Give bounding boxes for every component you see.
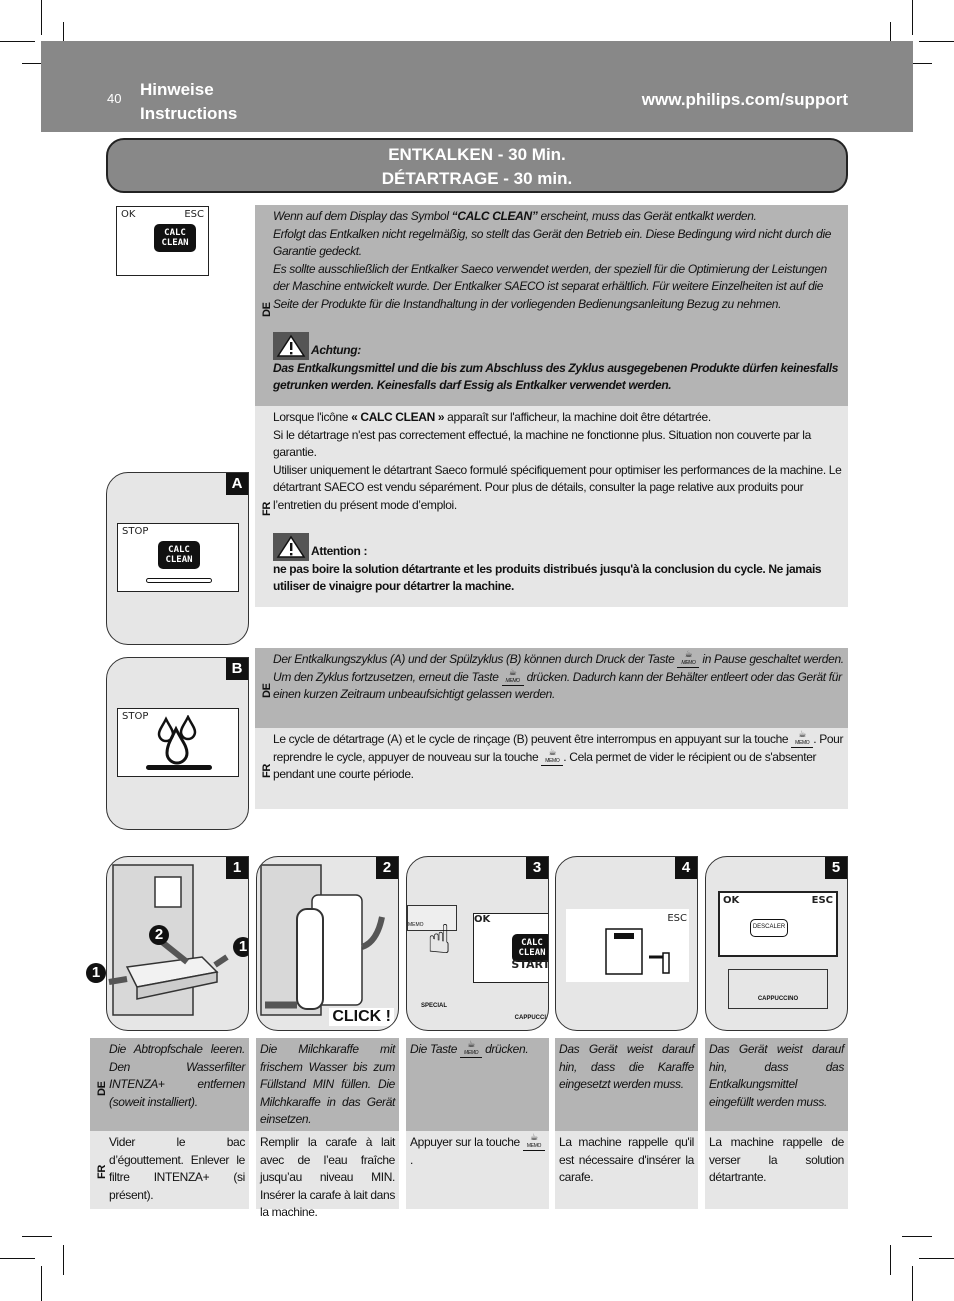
support-url[interactable]: www.philips.com/support bbox=[642, 90, 848, 110]
warning-icon bbox=[273, 331, 309, 360]
step-3-image: 3 MEMO OK CALC CLEAN START ☝ SPECIAL CAP… bbox=[406, 856, 549, 1031]
display-stop: STOP bbox=[117, 708, 239, 777]
crop-mark bbox=[41, 0, 42, 35]
step-1-de: DE Die Abtropfschale leeren. Den Wasserf… bbox=[90, 1038, 249, 1131]
crop-mark bbox=[919, 41, 954, 42]
step-1-fr: FR Vider le bac d’égouttement. Enlever l… bbox=[90, 1131, 249, 1209]
step-4-image: 4 ESC bbox=[555, 856, 698, 1031]
crop-mark bbox=[22, 1236, 52, 1237]
header-title: Hinweise Instructions bbox=[140, 80, 238, 123]
drip-tray-illustration bbox=[108, 864, 229, 1016]
lang-label-fr: FR bbox=[261, 502, 273, 516]
calc-clean-icon: CALC CLEAN bbox=[158, 541, 200, 569]
crop-mark bbox=[902, 1236, 932, 1237]
crop-mark bbox=[0, 1258, 35, 1259]
click-caption: CLICK ! bbox=[329, 1008, 394, 1026]
water-drops-icon bbox=[157, 715, 197, 765]
crop-mark bbox=[63, 1245, 64, 1275]
step-2-fr: Remplir la carafe à lait avec de l’eau f… bbox=[256, 1131, 399, 1219]
step-3-de: Die Taste ☕ MEMO drücken. bbox=[406, 1038, 549, 1131]
panel-b-rinsing: B STOP bbox=[106, 657, 249, 830]
crop-mark bbox=[0, 41, 35, 42]
step-4-de: Das Gerät weist darauf hin, dass die Kar… bbox=[555, 1038, 698, 1131]
crop-mark bbox=[41, 1266, 42, 1301]
intro-fr: FR Lorsque l'icône « CALC CLEAN » appara… bbox=[255, 406, 848, 607]
display-stop: STOP CALC CLEAN bbox=[117, 523, 239, 592]
step-2-de: Die Milchkaraffe mit frischem Wasser bis… bbox=[256, 1038, 399, 1131]
section-title: ENTKALKEN - 30 Min. DÉTARTRAGE - 30 min. bbox=[106, 138, 848, 193]
lang-label-de: DE bbox=[261, 683, 273, 698]
lang-label-de: DE bbox=[261, 302, 273, 317]
callout-2: 2 bbox=[149, 925, 169, 945]
display-calc-clean: OK ESC CALC CLEAN bbox=[116, 206, 209, 276]
lang-label-fr: FR bbox=[261, 764, 273, 778]
step-badge: 4 bbox=[675, 857, 697, 879]
calc-clean-icon: CALC CLEAN bbox=[154, 224, 196, 252]
step-2-image: 2 CLICK ! bbox=[256, 856, 399, 1031]
step-5-de: Das Gerät weist darauf hin, dass das Ent… bbox=[705, 1038, 848, 1131]
memo-cup-icon: ☕ MEMO bbox=[677, 650, 700, 669]
crop-mark bbox=[919, 1258, 954, 1259]
special-button-label: SPECIAL bbox=[421, 1003, 448, 1009]
cappuccino-button: CAPPUCCINO bbox=[728, 969, 828, 1009]
memo-cup-icon: ☕ MEMO bbox=[460, 1040, 483, 1059]
step-1-image: 1 2 1 bbox=[106, 856, 249, 1031]
step4-display: ESC bbox=[566, 909, 689, 982]
memo-cup-icon: ☕ MEMO bbox=[791, 730, 814, 749]
step-3-fr: Appuyer sur la touche ☕ MEMO. bbox=[406, 1131, 549, 1209]
panel-a-decalcifying: A STOP CALC CLEAN bbox=[106, 472, 249, 645]
progress-bar bbox=[146, 765, 212, 770]
page-header: 40 Hinweise Instructions www.philips.com… bbox=[41, 41, 913, 132]
warning-de: Achtung: bbox=[273, 331, 844, 360]
step-4-fr: La machine rappelle qu'il est nécessaire… bbox=[555, 1131, 698, 1209]
hand-pointer-icon: ☝ bbox=[427, 918, 452, 962]
badge-a: A bbox=[226, 473, 248, 495]
display-esc-label: ESC bbox=[184, 209, 204, 220]
crop-mark bbox=[912, 1266, 913, 1301]
warning-fr: Attention : bbox=[273, 532, 844, 561]
milk-carafe-illustration bbox=[260, 864, 385, 1016]
memo-cup-icon: ☕ MEMO bbox=[523, 1133, 545, 1152]
step5-display: OK ESC DESCALER bbox=[718, 891, 838, 957]
step-badge: 3 bbox=[526, 857, 548, 879]
display-stop-label: STOP bbox=[122, 526, 149, 537]
crop-mark bbox=[890, 1245, 891, 1275]
display-ok-label: OK bbox=[121, 209, 136, 220]
step-5-fr: La machine rappelle de verser la solutio… bbox=[705, 1131, 848, 1209]
machine-carafe-icon bbox=[605, 928, 670, 975]
badge-b: B bbox=[226, 658, 248, 680]
page-number: 40 bbox=[107, 91, 122, 106]
step-5-image: 5 OK ESC DESCALER CAPPUCCINO bbox=[705, 856, 848, 1031]
pause-fr: FR Le cycle de détartrage (A) et le cycl… bbox=[255, 728, 848, 809]
display-stop-label: STOP bbox=[122, 711, 149, 722]
descaler-bottle-icon: DESCALER bbox=[750, 919, 788, 937]
warning-icon bbox=[273, 532, 309, 561]
crop-mark bbox=[912, 0, 913, 35]
memo-cup-icon: ☕ MEMO bbox=[541, 747, 564, 766]
step3-display: OK CALC CLEAN START bbox=[473, 913, 548, 983]
cappuccino-button-label: CAPPUCCI bbox=[514, 1015, 546, 1021]
callout-1: 1 bbox=[233, 937, 248, 957]
progress-bar bbox=[146, 578, 212, 583]
pause-de: DE Der Entkalkungszyklus (A) und der Spü… bbox=[255, 648, 848, 728]
callout-1-left: 1 bbox=[86, 963, 106, 983]
memo-cup-icon: ☕ MEMO bbox=[501, 667, 524, 686]
intro-de: DE Wenn auf dem Display das Symbol “CALC… bbox=[255, 205, 848, 406]
step-badge: 5 bbox=[825, 857, 847, 879]
